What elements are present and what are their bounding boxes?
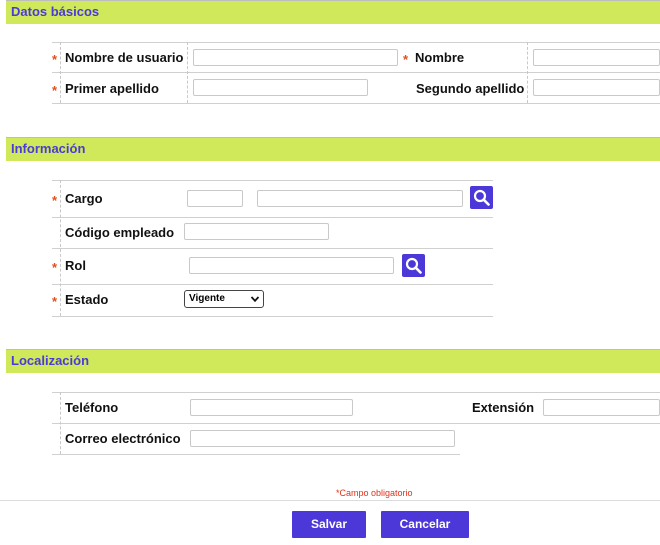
role-input[interactable] — [189, 257, 394, 274]
search-icon — [473, 189, 490, 206]
phone-label: Teléfono — [65, 400, 119, 415]
divider — [52, 180, 493, 181]
divider — [52, 316, 493, 317]
divider — [52, 284, 493, 285]
divider — [52, 42, 660, 43]
first-surname-input[interactable] — [193, 79, 368, 96]
email-label: Correo electrónico — [65, 431, 181, 446]
divider — [527, 42, 528, 103]
divider — [60, 42, 61, 103]
position-description-input[interactable] — [257, 190, 463, 207]
second-surname-input[interactable] — [533, 79, 660, 96]
divider — [52, 454, 460, 455]
phone-input[interactable] — [190, 399, 353, 416]
required-marker: * — [52, 260, 58, 275]
email-input[interactable] — [190, 430, 455, 447]
username-label: Nombre de usuario — [65, 50, 184, 65]
position-code-input[interactable] — [187, 190, 243, 207]
divider — [60, 180, 61, 316]
divider — [52, 392, 660, 393]
section-header-basic: Datos básicos — [6, 0, 660, 24]
divider — [60, 392, 61, 454]
save-button[interactable]: Salvar — [292, 511, 366, 538]
divider — [52, 423, 660, 424]
position-label: Cargo — [65, 191, 103, 206]
divider — [52, 103, 660, 104]
section-title-location: Localización — [11, 353, 90, 368]
required-marker: * — [52, 294, 58, 309]
divider — [187, 42, 188, 103]
chevron-down-icon — [250, 296, 260, 303]
required-marker: * — [403, 52, 409, 67]
employee-code-input[interactable] — [184, 223, 329, 240]
extension-label: Extensión — [472, 400, 535, 415]
employee-code-label: Código empleado — [65, 225, 175, 240]
required-marker: * — [52, 52, 58, 67]
status-selected-value: Vigente — [189, 293, 225, 304]
search-icon — [405, 257, 422, 274]
status-select[interactable]: Vigente — [184, 290, 264, 308]
section-header-info: Información — [6, 137, 660, 161]
username-input[interactable] — [193, 49, 398, 66]
role-label: Rol — [65, 258, 86, 273]
first-name-label: Nombre — [415, 50, 465, 65]
required-marker: * — [52, 193, 58, 208]
second-surname-label: Segundo apellido — [416, 81, 525, 96]
section-title-basic: Datos básicos — [11, 4, 100, 19]
divider — [0, 500, 660, 501]
first-surname-label: Primer apellido — [65, 81, 159, 96]
required-field-note: *Campo obligatorio — [336, 488, 413, 498]
divider — [52, 217, 493, 218]
section-title-info: Información — [11, 141, 86, 156]
required-marker: * — [52, 83, 58, 98]
first-name-input[interactable] — [533, 49, 660, 66]
divider — [52, 72, 660, 73]
position-lookup-button[interactable] — [470, 186, 493, 209]
role-lookup-button[interactable] — [402, 254, 425, 277]
divider — [52, 248, 493, 249]
status-label: Estado — [65, 292, 109, 307]
extension-input[interactable] — [543, 399, 660, 416]
cancel-button[interactable]: Cancelar — [381, 511, 469, 538]
section-header-location: Localización — [6, 349, 660, 373]
